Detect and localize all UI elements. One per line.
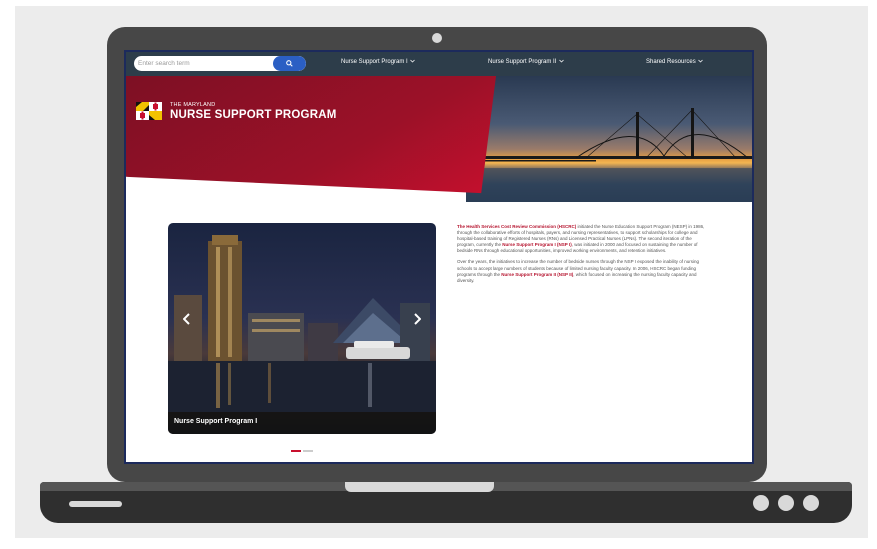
nav-item-shared-resources[interactable]: Shared Resources (646, 59, 704, 65)
laptop-button-3 (803, 495, 819, 511)
article-paragraph-1: The Health Services Cost Review Commissi… (457, 224, 709, 254)
chevron-left-icon (182, 313, 190, 325)
hero-red-panel (126, 76, 496, 194)
search-box (134, 56, 306, 71)
nsp1-link[interactable]: Nurse Support Program I (NSP I) (502, 242, 571, 247)
carousel-caption-text: Nurse Support Program I (174, 418, 258, 425)
hero-banner: THE MARYLAND NURSE SUPPORT PROGRAM (126, 76, 752, 202)
chevron-right-icon (414, 313, 422, 325)
bridge-silhouette (466, 108, 752, 202)
nav-item-nsp1[interactable]: Nurse Support Program I (341, 59, 416, 65)
search-button[interactable] (273, 56, 306, 71)
carousel-indicators (291, 439, 315, 457)
top-nav: Nurse Support Program I Nurse Support Pr… (126, 52, 752, 76)
nav-item-label: Nurse Support Program II (488, 59, 557, 65)
nav-item-nsp2[interactable]: Nurse Support Program II (488, 59, 564, 65)
carousel-caption: Nurse Support Program I (168, 412, 436, 434)
carousel-dot-2[interactable] (303, 450, 313, 452)
article-paragraph-2: Over the years, the initiatives to incre… (457, 259, 709, 283)
harbor-skyline-photo (168, 235, 436, 412)
image-carousel: Nurse Support Program I (168, 223, 436, 434)
hero-subtitle: THE MARYLAND (170, 102, 216, 108)
search-input[interactable] (138, 57, 266, 70)
chevron-down-icon (698, 59, 704, 63)
chevron-down-icon (559, 59, 564, 63)
search-icon (286, 60, 293, 67)
carousel-next-button[interactable] (413, 313, 422, 327)
webcam (432, 33, 442, 43)
carousel-dot-1[interactable] (291, 450, 301, 452)
laptop-lid: Nurse Support Program I Nurse Support Pr… (107, 27, 767, 482)
laptop-button-2 (778, 495, 794, 511)
nav-item-label: Nurse Support Program I (341, 59, 408, 65)
intro-article: The Health Services Cost Review Commissi… (457, 224, 709, 289)
laptop-button-1 (753, 495, 769, 511)
laptop-notch (345, 482, 494, 492)
chevron-down-icon (410, 59, 416, 63)
carousel-prev-button[interactable] (182, 313, 191, 327)
nav-item-label: Shared Resources (646, 59, 696, 65)
laptop-base (40, 482, 852, 523)
hscrc-link[interactable]: The Health Services Cost Review Commissi… (457, 224, 576, 229)
laptop-screen: Nurse Support Program I Nurse Support Pr… (124, 50, 754, 464)
maryland-flag-logo (136, 102, 162, 120)
laptop-indicator-bar (69, 501, 122, 507)
hero-title: NURSE SUPPORT PROGRAM (170, 109, 337, 121)
bay-bridge-photo (466, 76, 752, 202)
nsp2-link[interactable]: Nurse Support Program II (NSP II) (501, 272, 573, 277)
